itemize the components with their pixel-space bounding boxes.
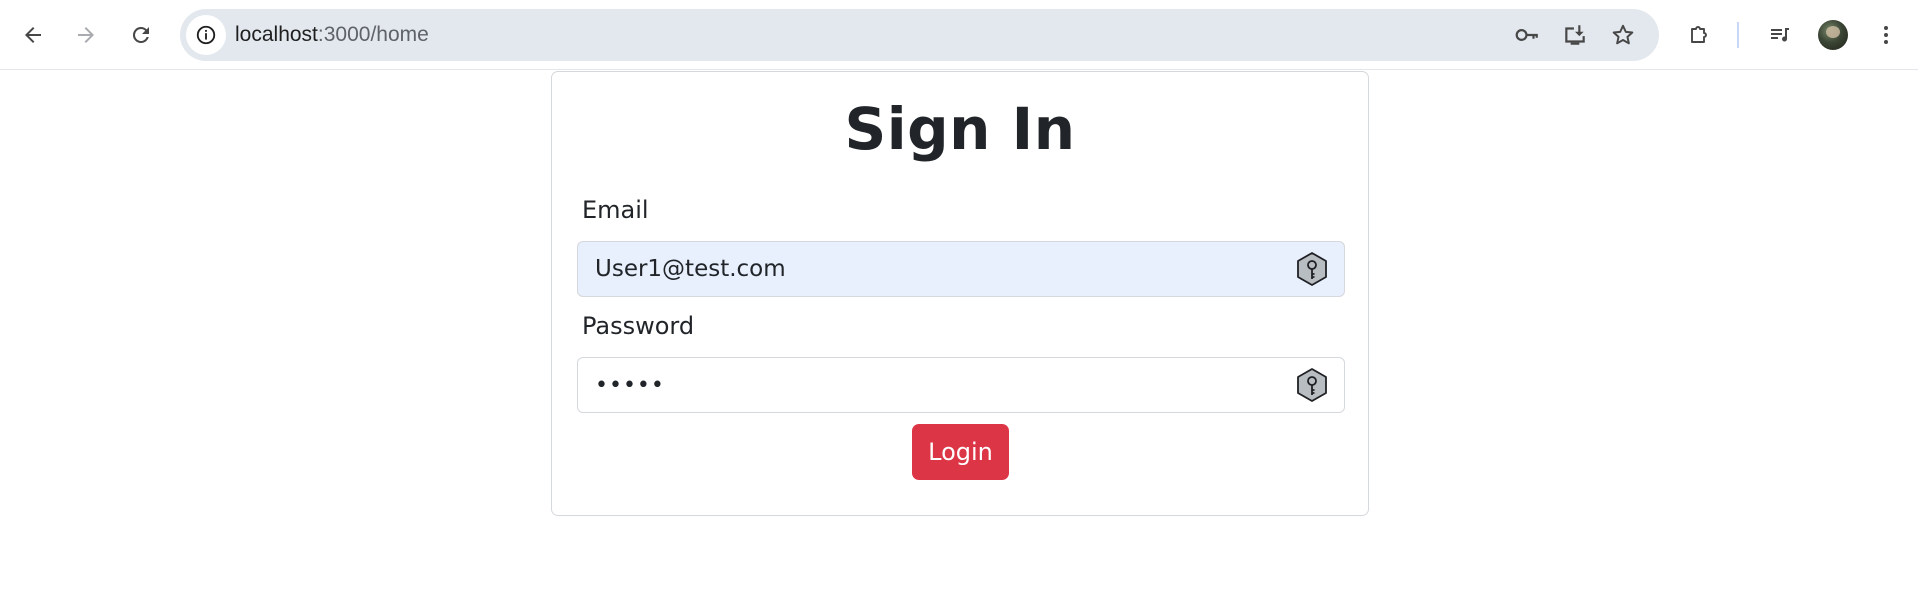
arrow-right-icon — [78, 27, 94, 43]
bookmark-button[interactable] — [1607, 19, 1639, 51]
install-app-button[interactable] — [1559, 19, 1591, 51]
back-button[interactable] — [13, 15, 53, 55]
install-app-icon — [1565, 25, 1585, 45]
profile-avatar[interactable] — [1818, 20, 1848, 50]
password-field[interactable] — [577, 357, 1345, 413]
email-field[interactable] — [577, 241, 1345, 297]
browser-menu-button[interactable] — [1866, 15, 1906, 55]
forward-button[interactable] — [66, 15, 106, 55]
password-manager-button[interactable] — [1511, 19, 1543, 51]
page-title: Sign In — [844, 95, 1076, 163]
password-manager-key-icon — [1297, 252, 1327, 286]
email-label: Email — [582, 196, 649, 224]
info-icon — [196, 25, 216, 45]
sign-in-card: Sign In Email Password Login — [551, 71, 1369, 516]
password-manager-key-icon — [1297, 368, 1327, 402]
reload-button[interactable] — [121, 15, 161, 55]
address-bar[interactable]: localhost:3000/home — [180, 9, 1659, 61]
browser-toolbar: localhost:3000/home — [0, 0, 1918, 70]
url-host: localhost — [235, 23, 318, 46]
kebab-menu-icon — [1884, 26, 1888, 44]
email-password-manager-key[interactable] — [1293, 250, 1331, 288]
arrow-left-icon — [25, 27, 41, 43]
login-button[interactable]: Login — [912, 424, 1009, 480]
key-icon — [1515, 29, 1538, 41]
password-label: Password — [582, 312, 695, 340]
toolbar-divider — [1737, 22, 1739, 48]
media-control-icon — [1771, 28, 1789, 42]
url-text[interactable]: localhost:3000/home — [235, 9, 429, 61]
site-info-button[interactable] — [186, 15, 226, 55]
puzzle-icon — [1691, 26, 1707, 43]
password-password-manager-key[interactable] — [1293, 366, 1331, 404]
media-control-button[interactable] — [1760, 15, 1800, 55]
star-icon — [1612, 24, 1634, 45]
reload-icon — [132, 26, 149, 43]
url-path: :3000/home — [317, 23, 429, 46]
extensions-button[interactable] — [1679, 15, 1719, 55]
